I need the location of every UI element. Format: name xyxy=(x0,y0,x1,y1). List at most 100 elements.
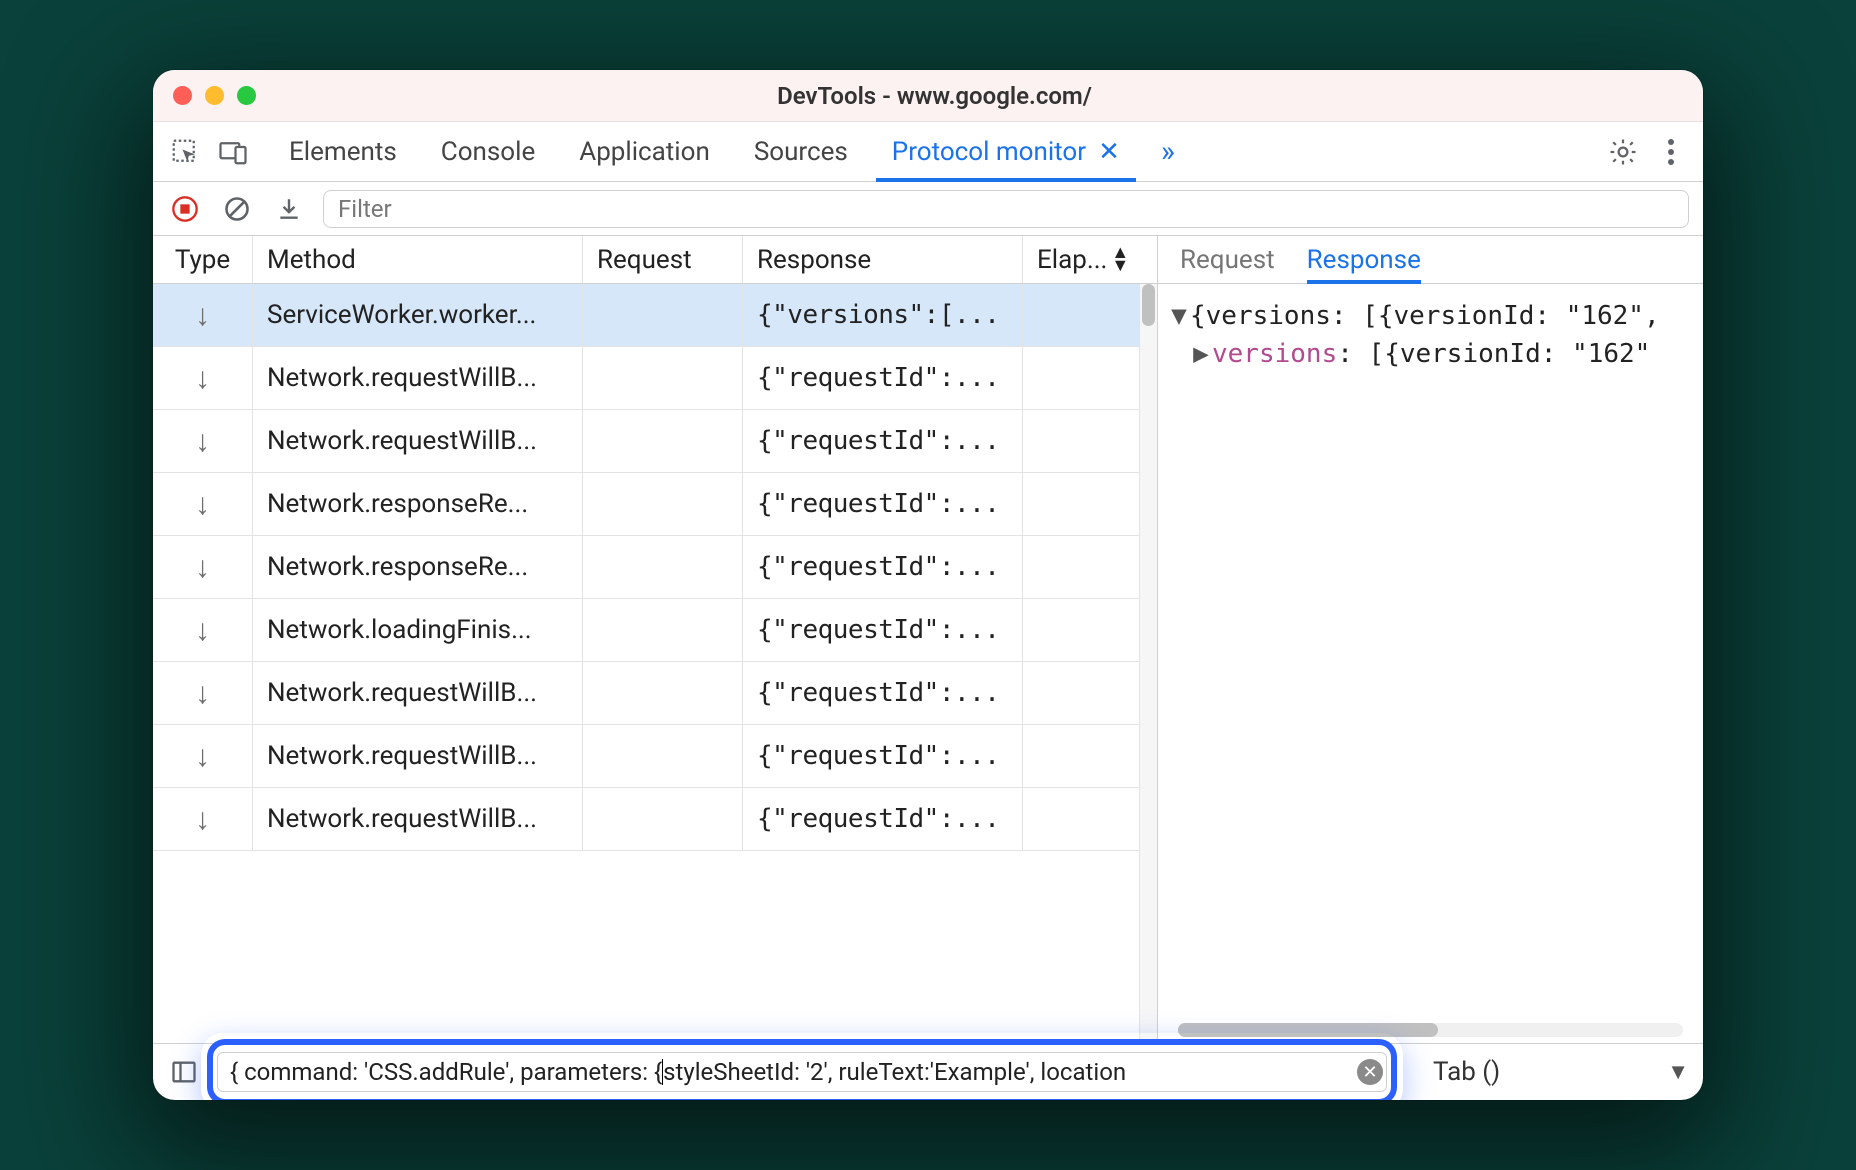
detail-tab-label: Response xyxy=(1307,245,1421,275)
table-row[interactable]: ↓Network.requestWillB...{"requestId":... xyxy=(153,410,1157,473)
arrow-down-icon: ↓ xyxy=(195,739,210,774)
cell-request xyxy=(583,284,743,346)
inspect-element-icon[interactable] xyxy=(163,130,207,174)
cell-response: {"requestId":... xyxy=(743,788,1023,850)
clear-input-icon[interactable]: ✕ xyxy=(1357,1059,1383,1085)
settings-gear-icon[interactable] xyxy=(1601,130,1645,174)
command-text-after: styleSheetId: '2', ruleText:'Example', l… xyxy=(663,1058,1126,1086)
cell-response: {"requestId":... xyxy=(743,473,1023,535)
cell-request xyxy=(583,788,743,850)
table-body: ↓ServiceWorker.worker...{"versions":[...… xyxy=(153,284,1157,1043)
column-type[interactable]: Type xyxy=(153,236,253,283)
table-header: Type Method Request Response Elap... ▲▼ xyxy=(153,236,1157,284)
table-row[interactable]: ↓ Network.requestWillB... {"requestId":... xyxy=(153,347,1157,410)
arrow-down-icon: ↓ xyxy=(195,550,210,585)
cell-response: {"requestId":... xyxy=(743,347,1023,409)
tree-text: versions: [{versionId: "162" xyxy=(1212,336,1650,374)
cell-request xyxy=(583,725,743,787)
column-method[interactable]: Method xyxy=(253,236,583,283)
devtools-window: DevTools - www.google.com/ Elements Cons… xyxy=(153,70,1703,1100)
cell-request xyxy=(583,473,743,535)
arrow-down-icon: ↓ xyxy=(195,802,210,837)
detail-body: ▼ {versions: [{versionId: "162", ▶ versi… xyxy=(1158,284,1703,1043)
cell-method: Network.requestWillB... xyxy=(253,410,583,472)
command-input[interactable]: { command: 'CSS.addRule', parameters: { … xyxy=(217,1052,1387,1092)
cell-response: {"requestId":... xyxy=(743,662,1023,724)
cell-type: ↓ xyxy=(153,347,253,409)
messages-table: Type Method Request Response Elap... ▲▼ … xyxy=(153,236,1158,1043)
cell-type: ↓ xyxy=(153,662,253,724)
tab-application[interactable]: Application xyxy=(557,122,732,181)
device-toggle-icon[interactable] xyxy=(211,130,255,174)
cell-method: Network.requestWillB... xyxy=(253,662,583,724)
arrow-down-icon: ↓ xyxy=(195,424,210,459)
cell-method: Network.requestWillB... xyxy=(253,788,583,850)
sort-icon: ▲▼ xyxy=(1111,247,1129,272)
tree-line-root[interactable]: ▼ {versions: [{versionId: "162", xyxy=(1168,298,1693,336)
main-tabs: Elements Console Application Sources Pro… xyxy=(267,122,1142,181)
cell-elapsed xyxy=(1023,599,1157,661)
kebab-menu-icon[interactable] xyxy=(1649,130,1693,174)
detail-scrollbar[interactable] xyxy=(1178,1023,1683,1037)
table-row[interactable]: ↓Network.responseRe...{"requestId":... xyxy=(153,536,1157,599)
table-row[interactable]: ↓ServiceWorker.worker...{"versions":[... xyxy=(153,284,1157,347)
record-button[interactable] xyxy=(167,191,203,227)
arrow-down-icon: ↓ xyxy=(195,613,210,648)
tab-label: Application xyxy=(579,137,710,167)
table-scrollbar[interactable] xyxy=(1139,284,1157,1043)
detail-tabs: Request Response xyxy=(1158,236,1703,284)
cell-elapsed xyxy=(1023,788,1157,850)
table-row[interactable]: ↓Network.requestWillB...{"requestId":... xyxy=(153,725,1157,788)
tab-label: Console xyxy=(441,137,535,167)
arrow-down-icon: ↓ xyxy=(195,676,210,711)
tab-elements[interactable]: Elements xyxy=(267,122,419,181)
detail-scrollbar-thumb[interactable] xyxy=(1178,1023,1438,1037)
cell-type: ↓ xyxy=(153,725,253,787)
cell-request xyxy=(583,410,743,472)
table-row[interactable]: ↓Network.loadingFinis...{"requestId":... xyxy=(153,599,1157,662)
command-text-before: { command: 'CSS.addRule', parameters: { xyxy=(230,1058,662,1086)
cell-response: {"requestId":... xyxy=(743,599,1023,661)
content-split: Type Method Request Response Elap... ▲▼ … xyxy=(153,236,1703,1044)
protocol-toolbar: Filter xyxy=(153,182,1703,236)
tab-hint-label: Tab () xyxy=(1433,1057,1500,1087)
cell-type: ↓ xyxy=(153,410,253,472)
cell-elapsed xyxy=(1023,536,1157,598)
arrow-down-icon: ↓ xyxy=(195,487,210,522)
cell-response: {"requestId":... xyxy=(743,536,1023,598)
tab-sources[interactable]: Sources xyxy=(732,122,870,181)
main-tabbar: Elements Console Application Sources Pro… xyxy=(153,122,1703,182)
more-tabs-icon[interactable]: » xyxy=(1146,130,1190,174)
cell-request xyxy=(583,662,743,724)
cell-method: ServiceWorker.worker... xyxy=(253,284,583,346)
table-row[interactable]: ↓ Network.requestWillB... {"requestId":... xyxy=(153,662,1157,725)
table-row[interactable]: ↓ Network.requestWillB... {"requestId":... xyxy=(153,788,1157,851)
column-response[interactable]: Response xyxy=(743,236,1023,283)
detail-tab-request[interactable]: Request xyxy=(1180,236,1275,283)
disclosure-triangle-open-icon[interactable]: ▼ xyxy=(1168,298,1190,336)
clear-icon[interactable] xyxy=(219,191,255,227)
column-elapsed[interactable]: Elap... ▲▼ xyxy=(1023,236,1157,283)
cell-type: ↓ xyxy=(153,599,253,661)
titlebar: DevTools - www.google.com/ xyxy=(153,70,1703,122)
close-icon[interactable]: ✕ xyxy=(1098,137,1120,167)
disclosure-triangle-closed-icon[interactable]: ▶ xyxy=(1190,336,1212,374)
table-row[interactable]: ↓ Network.responseRe... {"requestId":... xyxy=(153,473,1157,536)
download-icon[interactable] xyxy=(271,191,307,227)
column-request[interactable]: Request xyxy=(583,236,743,283)
cell-type: ↓ xyxy=(153,284,253,346)
filter-placeholder: Filter xyxy=(338,195,392,223)
table-scrollbar-thumb[interactable] xyxy=(1142,284,1155,326)
tree-line-child[interactable]: ▶ versions: [{versionId: "162" xyxy=(1168,336,1693,374)
cell-response: {"requestId":... xyxy=(743,725,1023,787)
chevron-down-icon[interactable]: ▼ xyxy=(1667,1059,1689,1085)
cell-method: Network.responseRe... xyxy=(253,473,583,535)
tab-protocol-monitor[interactable]: Protocol monitor ✕ xyxy=(870,122,1142,181)
filter-input[interactable]: Filter xyxy=(323,190,1689,228)
tab-console[interactable]: Console xyxy=(419,122,557,181)
tab-label: Sources xyxy=(754,137,848,167)
cell-method: Network.requestWillB... xyxy=(253,347,583,409)
detail-tab-response[interactable]: Response xyxy=(1307,236,1421,283)
arrow-down-icon: ↓ xyxy=(195,361,210,396)
toggle-sidebar-icon[interactable] xyxy=(167,1055,201,1089)
